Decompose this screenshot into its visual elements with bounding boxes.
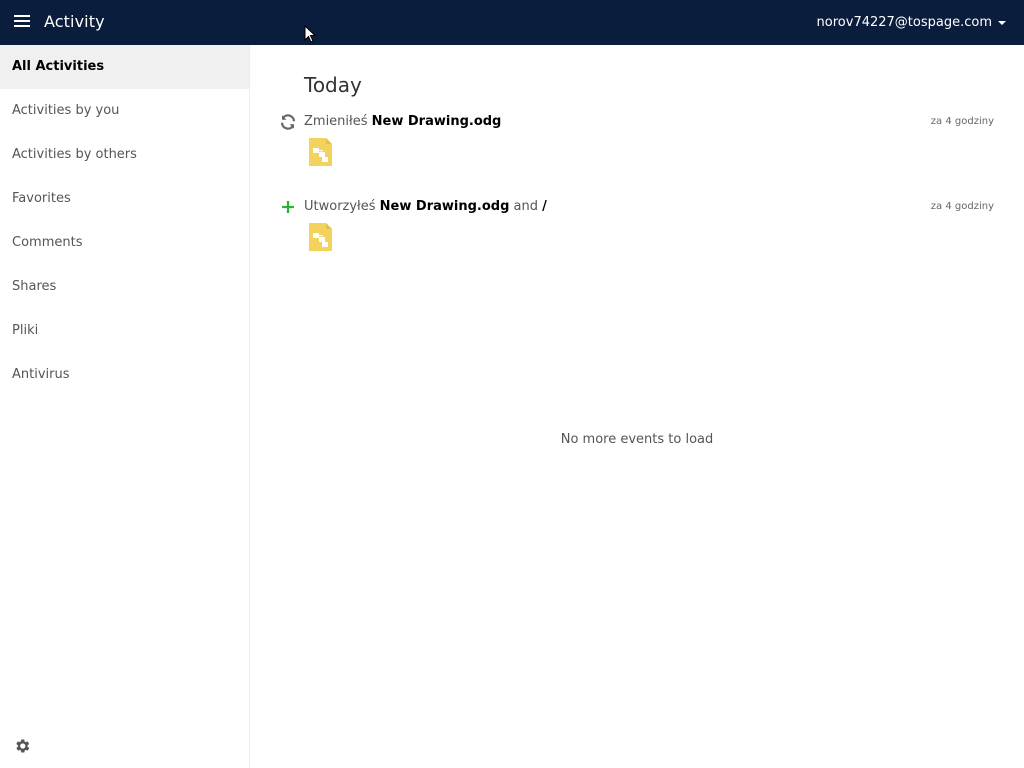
- user-menu[interactable]: norov74227@tospage.com: [817, 15, 1006, 30]
- sidebar-item-pliki[interactable]: Pliki: [0, 309, 249, 353]
- sidebar-item-activities-by-others[interactable]: Activities by others: [0, 133, 249, 177]
- caret-down-icon: [998, 20, 1006, 25]
- sidebar-item-comments[interactable]: Comments: [0, 221, 249, 265]
- mouse-cursor-icon: [304, 25, 316, 43]
- activity-verb: Zmieniłeś: [304, 114, 368, 129]
- sidebar-item-shares[interactable]: Shares: [0, 265, 249, 309]
- hamburger-menu-icon[interactable]: [14, 15, 30, 29]
- section-title-today: Today: [304, 73, 362, 97]
- activity-file-link[interactable]: New Drawing.odg: [380, 199, 510, 214]
- activity-item: Zmieniłeś New Drawing.odg za 4 godziny: [250, 112, 1010, 182]
- refresh-icon: [280, 114, 296, 130]
- sidebar: All Activities Activities by you Activit…: [0, 45, 250, 768]
- activity-connector: and: [513, 199, 538, 214]
- activity-file-link[interactable]: New Drawing.odg: [372, 114, 502, 129]
- activity-timestamp: za 4 godziny: [930, 116, 994, 127]
- sidebar-item-antivirus[interactable]: Antivirus: [0, 353, 249, 397]
- activity-subject: Utworzyłeś New Drawing.odg and /: [304, 199, 547, 214]
- activity-timestamp: za 4 godziny: [930, 201, 994, 212]
- user-email: norov74227@tospage.com: [816, 15, 992, 30]
- activity-verb: Utworzyłeś: [304, 199, 376, 214]
- activity-subject: Zmieniłeś New Drawing.odg: [304, 114, 501, 129]
- activity-feed: Today Zmieniłeś New Drawing.odg za 4 god…: [250, 45, 1024, 768]
- top-header: Activity norov74227@tospage.com: [0, 0, 1024, 45]
- activity-folder-link[interactable]: /: [542, 199, 547, 214]
- no-more-events-message: No more events to load: [560, 432, 714, 447]
- drawing-file-icon[interactable]: [307, 222, 333, 252]
- drawing-file-icon[interactable]: [307, 137, 333, 167]
- sidebar-item-favorites[interactable]: Favorites: [0, 177, 249, 221]
- app-title[interactable]: Activity: [44, 12, 105, 31]
- plus-icon: [282, 201, 294, 213]
- gear-icon[interactable]: [13, 737, 31, 755]
- sidebar-item-all-activities[interactable]: All Activities: [0, 45, 249, 89]
- activity-item: Utworzyłeś New Drawing.odg and / za 4 go…: [250, 197, 1010, 267]
- sidebar-item-activities-by-you[interactable]: Activities by you: [0, 89, 249, 133]
